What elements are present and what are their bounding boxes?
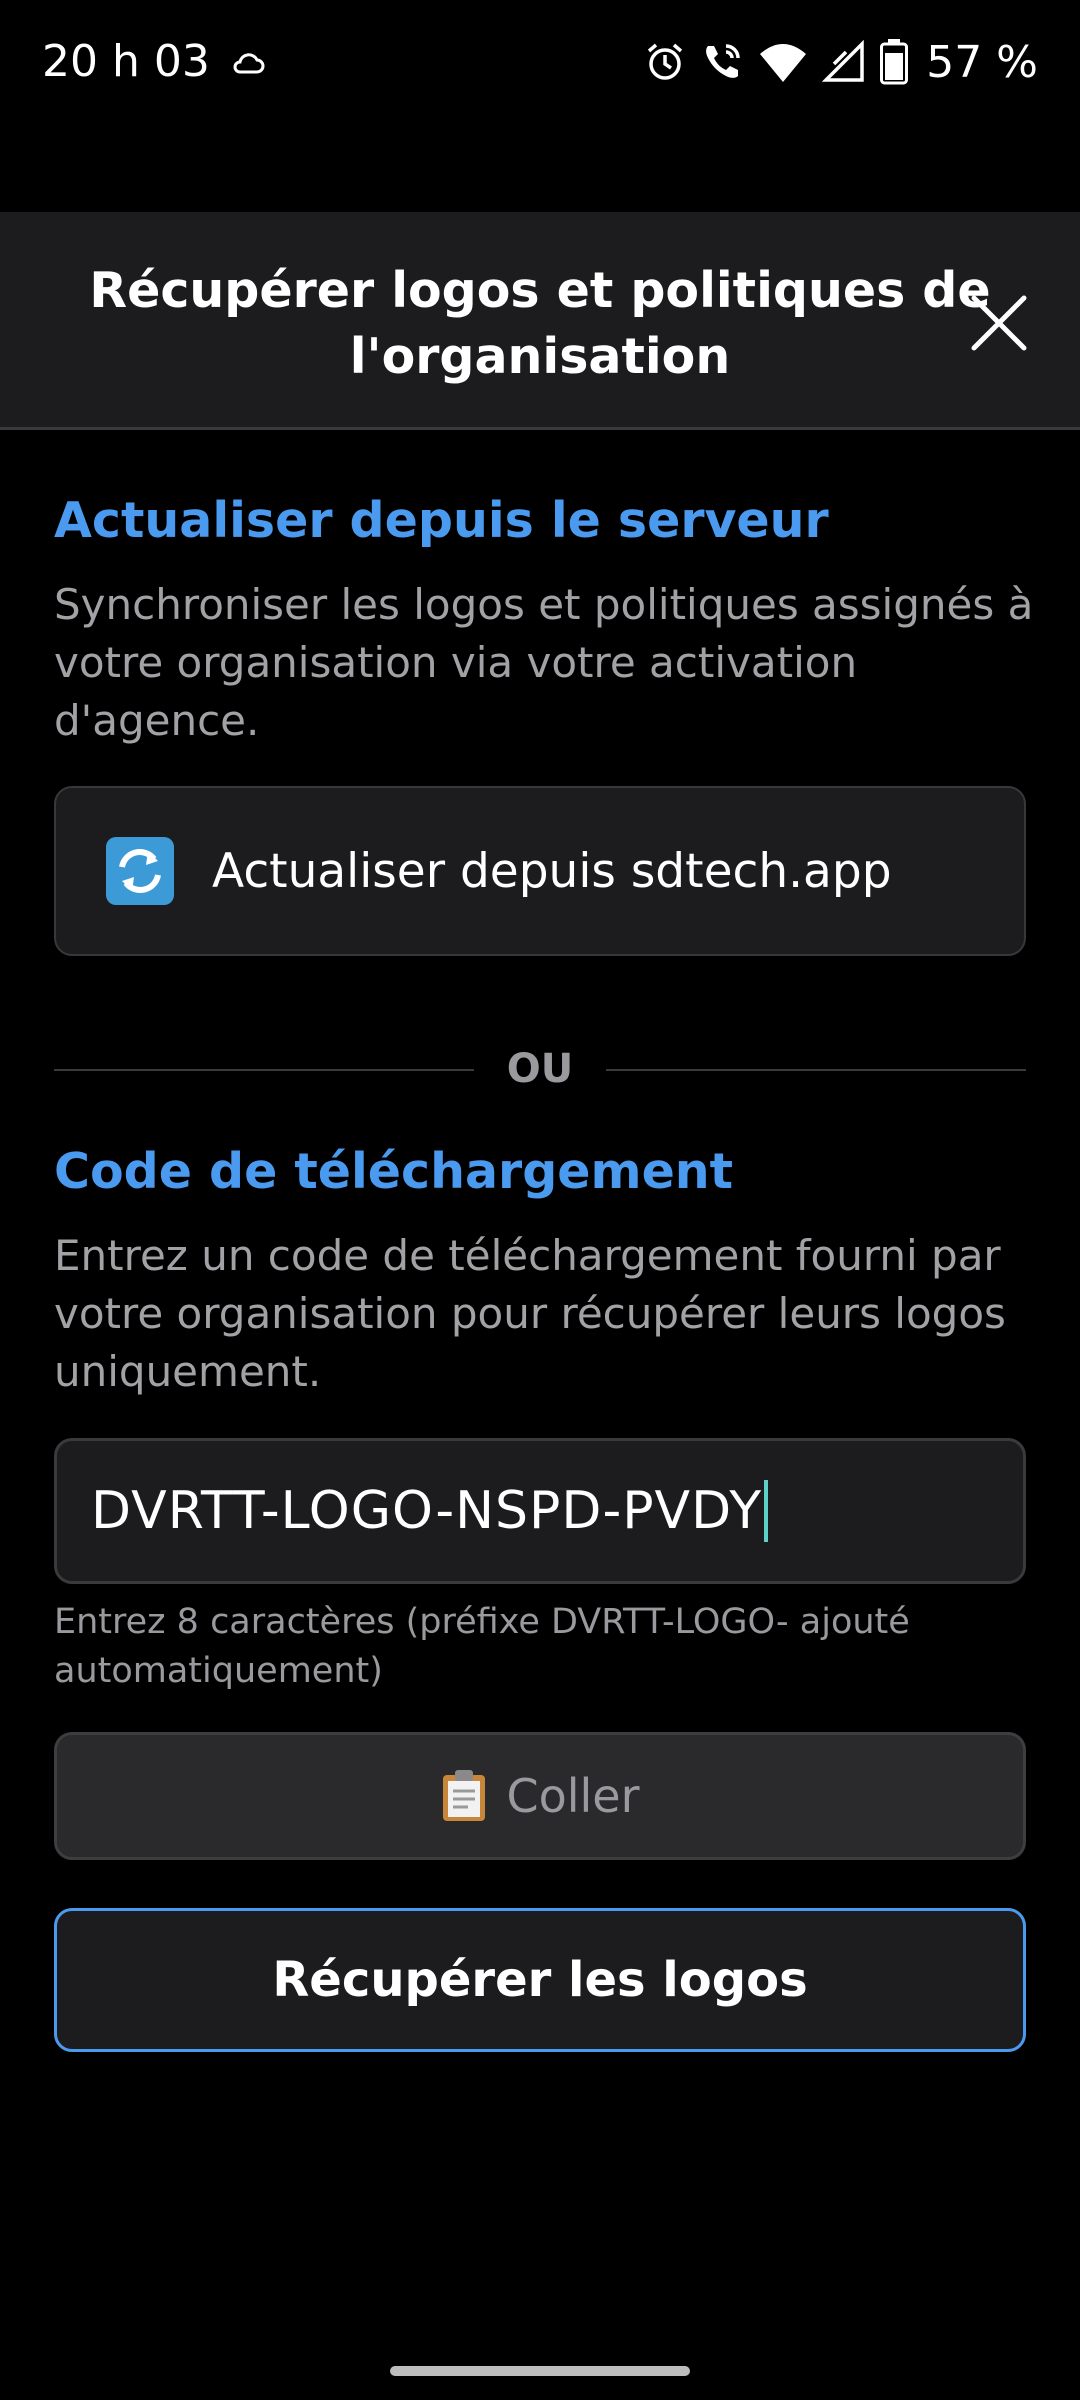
refresh-arrows-icon <box>106 837 174 905</box>
download-code-value: DVRTT-LOGO-NSPD-PVDY <box>91 1481 763 1541</box>
download-code-input[interactable]: DVRTT-LOGO-NSPD-PVDY <box>54 1438 1026 1584</box>
divider-text: OU <box>506 1046 574 1092</box>
battery-percentage: 57 % <box>926 36 1038 88</box>
status-icons: 57 % <box>644 36 1038 88</box>
dialog-header: Récupérer logos et politiques de l'organ… <box>0 212 1080 430</box>
server-section-title: Actualiser depuis le serveur <box>54 492 829 549</box>
status-time: 20 h 03 <box>42 36 210 87</box>
cloud-icon <box>233 53 265 74</box>
divider-right <box>606 1069 1026 1071</box>
code-section-title: Code de téléchargement <box>54 1143 734 1200</box>
fetch-logos-button[interactable]: Récupérer les logos <box>54 1908 1026 2052</box>
divider-left <box>54 1069 474 1071</box>
screen: 20 h 03 57 % Récupérer logos et politiqu… <box>0 0 1080 2400</box>
text-caret <box>764 1480 769 1542</box>
server-section-description: Synchroniser les logos et politiques ass… <box>54 580 1034 745</box>
status-bar: 20 h 03 57 % <box>0 0 1080 125</box>
paste-button-label: Coller <box>506 1769 640 1823</box>
refresh-from-server-button[interactable]: Actualiser depuis sdtech.app <box>54 786 1026 956</box>
alarm-icon <box>648 43 683 80</box>
dialog-title: Récupérer logos et politiques de l'organ… <box>89 262 991 385</box>
refresh-button-label: Actualiser depuis sdtech.app <box>212 843 892 899</box>
home-indicator[interactable] <box>390 2366 690 2376</box>
battery-icon <box>880 39 909 85</box>
clipboard-icon <box>443 1770 486 1821</box>
code-section-description: Entrez un code de téléchargement fourni … <box>54 1231 1006 1396</box>
wifi-calling-icon <box>706 44 740 78</box>
paste-button[interactable]: Coller <box>54 1732 1026 1860</box>
wifi-icon <box>760 44 807 82</box>
code-helper-text: Entrez 8 caractères (préfixe DVRTT-LOGO-… <box>54 1602 910 1691</box>
close-icon[interactable] <box>964 288 1034 358</box>
signal-icon <box>822 40 864 82</box>
fetch-logos-button-label: Récupérer les logos <box>272 1952 808 2008</box>
